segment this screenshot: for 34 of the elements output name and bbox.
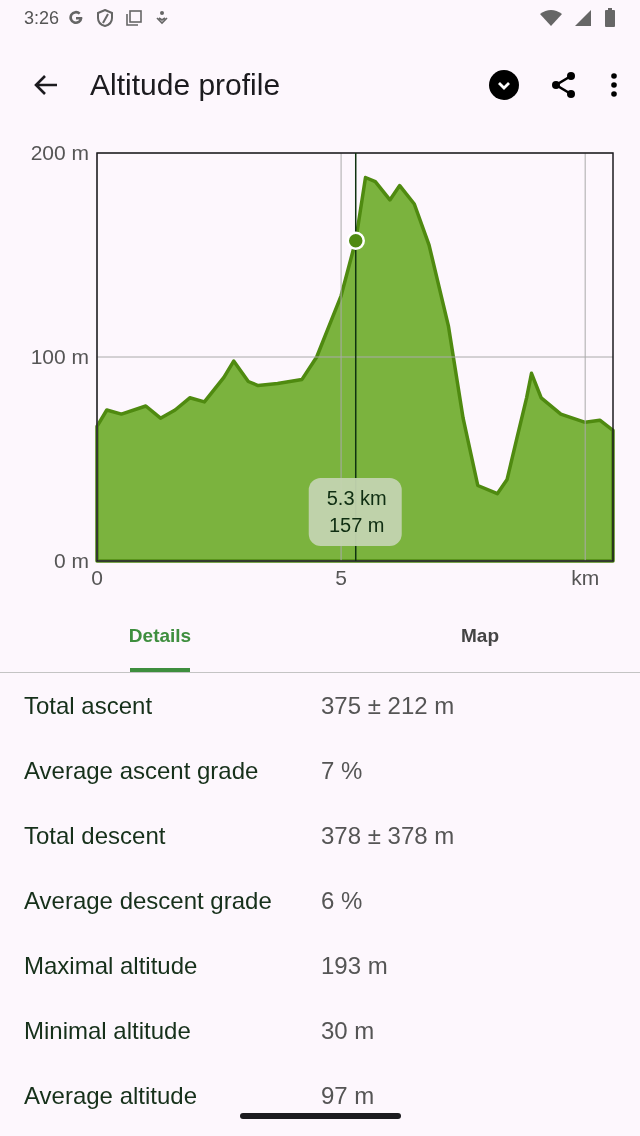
x-axis-label: 0 [91, 566, 103, 589]
detail-label: Minimal altitude [24, 1016, 191, 1045]
shield-icon [97, 9, 114, 27]
detail-value: 30 m [321, 1016, 376, 1045]
tab[interactable]: Map [320, 600, 640, 672]
x-axis-label: 5 [335, 566, 347, 589]
accessibility-icon [155, 10, 170, 26]
detail-label: Average ascent grade [24, 756, 259, 785]
y-axis-label: 100 m [30, 345, 89, 368]
detail-value: 6 % [321, 886, 364, 915]
detail-value: 378 ± 378 m [321, 821, 456, 850]
status-time: 3:26 [24, 7, 60, 29]
detail-value: 97 m [321, 1081, 376, 1110]
y-axis-label: 200 m [30, 141, 89, 164]
detail-label: Average descent grade [24, 886, 272, 915]
x-axis-label: km [571, 566, 600, 589]
detail-value: 375 ± 212 m [321, 691, 456, 720]
detail-label: Average altitude [24, 1081, 197, 1110]
copy-icon [125, 9, 144, 27]
detail-label: Total ascent [24, 691, 153, 720]
battery-icon [604, 8, 616, 28]
back-arrow-icon [33, 73, 59, 97]
cursor-tooltip: 5.3 km 157 m [308, 478, 402, 547]
more-icon [610, 72, 618, 98]
chevron-down-icon [489, 70, 519, 100]
y-axis-label: 0 m [54, 549, 89, 572]
annotation: 5.3 km 157 m [326, 487, 387, 537]
screen-title: Altitude profile [90, 68, 281, 102]
wifi-icon [540, 9, 562, 27]
signal-icon [574, 9, 592, 27]
detail-label: Total descent [24, 821, 166, 850]
detail-value: 193 m [321, 951, 389, 980]
detail-label: Maximal altitude [24, 951, 198, 980]
detail-value: 7 % [321, 756, 364, 785]
